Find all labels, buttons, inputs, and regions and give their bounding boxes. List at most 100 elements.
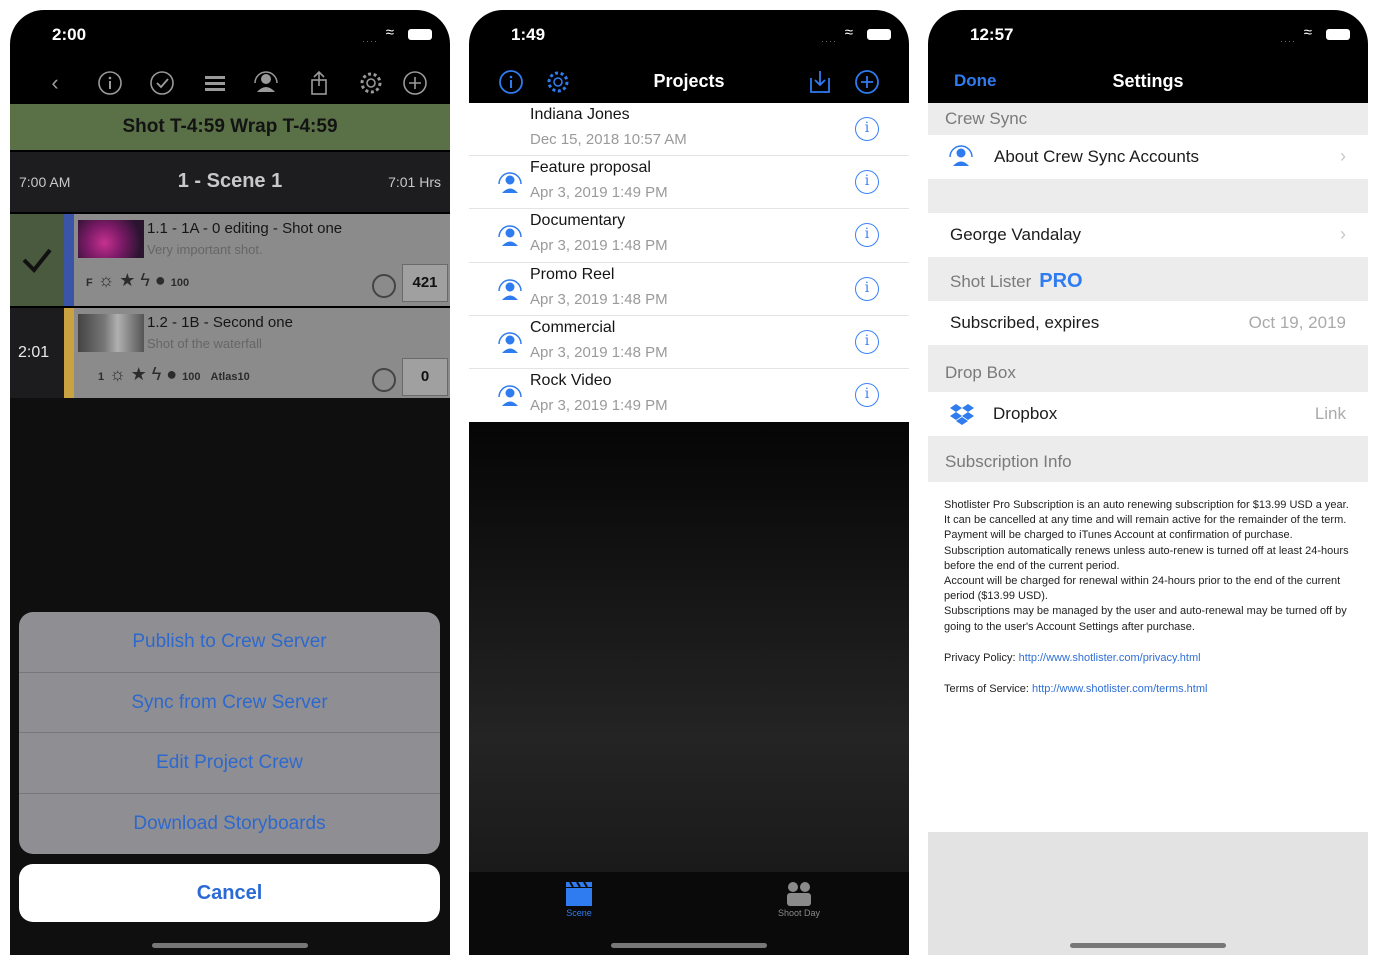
user-name: George Vandalay (950, 225, 1082, 244)
status-bar: 12:57 ···· ≈ (928, 10, 1368, 60)
signal-icon: ···· (821, 36, 837, 46)
terms-link[interactable]: http://www.shotlister.com/terms.html (1032, 683, 1207, 695)
shot-body[interactable]: 1.1 - 1A - 0 editing - Shot one Very imp… (74, 214, 450, 306)
crew-sync-icon (497, 331, 523, 357)
info-icon[interactable]: i (855, 170, 879, 195)
tab-scene[interactable]: Scene (539, 878, 619, 918)
shot-thumbnail[interactable] (78, 220, 144, 258)
page-title: Settings (1112, 71, 1184, 91)
crew-sync-icon[interactable] (251, 68, 281, 98)
shot-title: 1.2 - 1B - Second one (147, 314, 293, 331)
shot-count[interactable]: 0 (402, 358, 448, 396)
list-icon[interactable] (200, 68, 230, 98)
shot-thumbnail[interactable] (78, 314, 144, 352)
add-project-icon[interactable] (853, 68, 881, 96)
tab-shoot-day[interactable]: Shoot Day (759, 878, 839, 918)
publish-crew-server-button[interactable]: Publish to Crew Server (19, 612, 440, 673)
shot-count[interactable]: 421 (402, 264, 448, 302)
star-icon: ★ (119, 270, 136, 290)
info-icon[interactable] (95, 68, 125, 98)
check-circle-icon[interactable] (147, 68, 177, 98)
project-date: Dec 15, 2018 10:57 AM (530, 131, 687, 148)
settings-list: Crew Sync About Crew Sync Accounts › Geo… (928, 103, 1368, 955)
action-sheet: Publish to Crew Server Sync from Crew Se… (19, 612, 440, 854)
section-header-shot-lister: Shot Lister PRO (928, 261, 1368, 301)
about-crew-sync-row[interactable]: About Crew Sync Accounts › (928, 135, 1368, 179)
gear-icon[interactable] (356, 68, 386, 98)
section-header-subscription: Subscription Info (945, 452, 1072, 471)
dropbox-link[interactable]: Link (1315, 404, 1346, 424)
dropbox-row[interactable]: Dropbox Link (928, 392, 1368, 436)
import-icon[interactable] (806, 68, 834, 96)
terms-of-service: Terms of Service: http://www.shotlister.… (944, 682, 1352, 697)
crew-sync-icon (497, 278, 523, 304)
project-name: Rock Video (530, 371, 612, 389)
scene-header[interactable]: 7:00 AM 1 - Scene 1 7:01 Hrs (10, 152, 450, 212)
add-icon[interactable] (400, 68, 430, 98)
project-row[interactable]: Rock Video Apr 3, 2019 1:49 PM i (469, 369, 909, 422)
subscription-line: It can be cancelled at any time and will… (944, 514, 1347, 527)
project-date: Apr 3, 2019 1:48 PM (530, 343, 668, 361)
home-indicator (152, 943, 308, 948)
battery-icon (1326, 29, 1350, 40)
cancel-button[interactable]: Cancel (19, 864, 440, 922)
download-storyboards-button[interactable]: Download Storyboards (19, 794, 440, 855)
shot-lens: Atlas10 (210, 371, 250, 383)
privacy-link[interactable]: http://www.shotlister.com/privacy.html (1019, 652, 1201, 664)
back-chevron-icon[interactable]: ‹ (40, 68, 70, 98)
phone-settings: 12:57 ···· ≈ Done Settings Crew Sync Abo… (928, 10, 1368, 955)
sun-icon: ☼ (97, 270, 115, 290)
project-row[interactable]: Commercial Apr 3, 2019 1:48 PM i (469, 316, 909, 369)
shot-status-circle[interactable] (372, 368, 396, 392)
battery-icon (867, 29, 891, 40)
project-list: Indiana Jones Dec 15, 2018 10:57 AM i Fe… (469, 103, 909, 422)
checkmark-icon (22, 248, 52, 273)
shot-body[interactable]: 1.2 - 1B - Second one Shot of the waterf… (74, 308, 450, 400)
page-title: Projects (653, 71, 725, 91)
subscription-line: Payment will be charged to iTunes Accoun… (944, 529, 1293, 542)
subscription-info-text: Shotlister Pro Subscription is an auto r… (928, 482, 1368, 832)
section-header-dropbox: Drop Box (945, 363, 1016, 382)
shot-row[interactable]: 2:01 1.2 - 1B - Second one Shot of the w… (10, 308, 450, 400)
project-row[interactable]: Feature proposal Apr 3, 2019 1:49 PM i (469, 156, 909, 210)
shot-complete-cell[interactable] (10, 214, 64, 306)
shot-time-cell: 2:01 (10, 308, 64, 400)
wifi-icon: ≈ (385, 24, 394, 41)
scene-title: 1 - Scene 1 (177, 170, 283, 192)
info-icon[interactable]: i (855, 223, 879, 248)
project-row[interactable]: Promo Reel Apr 3, 2019 1:48 PM i (469, 263, 909, 316)
project-row[interactable]: Indiana Jones Dec 15, 2018 10:57 AM i (469, 103, 909, 157)
shot-subtitle: Very important shot. (147, 242, 263, 257)
edit-project-crew-button[interactable]: Edit Project Crew (19, 733, 440, 794)
info-icon[interactable]: i (855, 117, 879, 141)
share-icon[interactable] (304, 68, 334, 98)
crew-sync-icon (497, 384, 523, 410)
info-icon[interactable]: i (855, 382, 879, 407)
bomb-icon: ● (166, 364, 178, 384)
project-row[interactable]: Documentary Apr 3, 2019 1:48 PM i (469, 209, 909, 263)
shot-color-stripe (64, 308, 74, 400)
projects-nav-bar: Projects (469, 62, 909, 104)
bomb-icon: ● (154, 270, 166, 290)
star-icon: ★ (130, 364, 147, 384)
shot-number: 100 (182, 371, 201, 383)
shot-attributes: F ☼ ★ ϟ ● 100 (86, 270, 194, 291)
user-account-row[interactable]: George Vandalay › (928, 213, 1368, 257)
info-icon[interactable]: i (855, 276, 879, 301)
project-date: Apr 3, 2019 1:48 PM (530, 237, 668, 255)
crew-sync-icon (497, 171, 523, 197)
info-icon[interactable]: i (855, 329, 879, 354)
shot-status-circle[interactable] (372, 274, 396, 298)
pro-badge: PRO (1039, 270, 1083, 292)
privacy-label: Privacy Policy: (944, 651, 1016, 664)
shot-lister-label: Shot Lister (950, 272, 1032, 291)
sync-crew-server-button[interactable]: Sync from Crew Server (19, 673, 440, 733)
about-crew-sync-label: About Crew Sync Accounts (994, 147, 1200, 166)
shot-row[interactable]: 1.1 - 1A - 0 editing - Shot one Very imp… (10, 214, 450, 306)
shot-subtitle: Shot of the waterfall (147, 336, 262, 351)
signal-icon: ···· (1280, 36, 1296, 46)
project-date: Apr 3, 2019 1:49 PM (530, 396, 668, 414)
status-time: 12:57 (970, 25, 1014, 44)
phone-shot-list: 2:00 ···· ≈ ‹ Shot T-4:59 Wrap T-4:59 7:… (10, 10, 450, 955)
shot-color-stripe (64, 214, 74, 306)
